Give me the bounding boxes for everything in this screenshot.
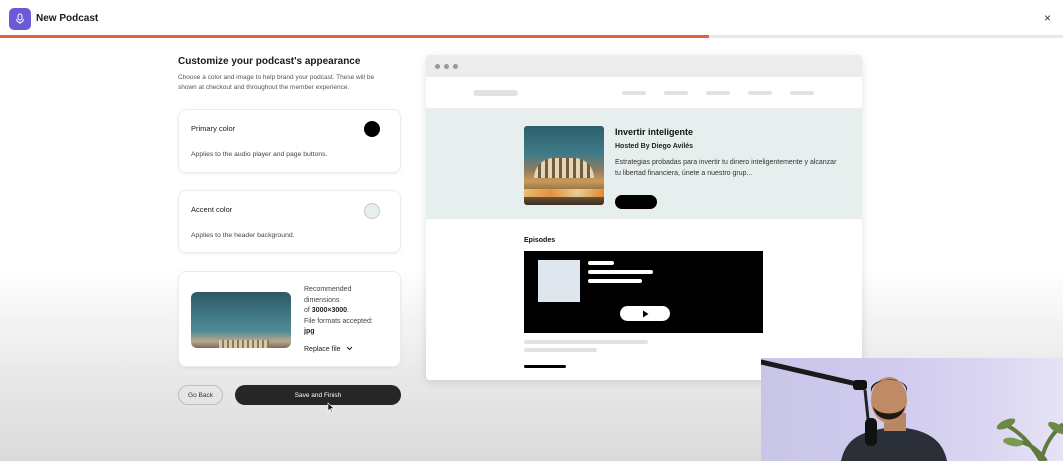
primary-color-help: Applies to the audio player and page but… <box>191 151 328 158</box>
window-dot <box>435 64 440 69</box>
image-info-suffix: . <box>347 307 349 314</box>
window-dot <box>453 64 458 69</box>
episode-text-placeholder <box>588 270 653 274</box>
section-title: Customize your podcast's appearance <box>178 56 361 67</box>
chevron-down-icon <box>343 346 353 353</box>
nav-link-placeholder <box>790 91 814 95</box>
episode-meta-placeholder <box>524 340 648 344</box>
preview-podcast-title: Invertir inteligente <box>615 127 694 137</box>
episode-thumbnail <box>538 260 580 302</box>
progress-fill <box>0 35 710 38</box>
window-dot <box>444 64 449 69</box>
preview-hero: Invertir inteligente Hosted By Diego Avi… <box>426 109 862 219</box>
primary-color-card[interactable]: Primary color Applies to the audio playe… <box>178 109 401 173</box>
episode-player <box>524 251 763 333</box>
episodes-label: Episodes <box>524 237 556 244</box>
accent-color-card[interactable]: Accent color Applies to the header backg… <box>178 190 401 253</box>
primary-color-swatch[interactable] <box>364 121 380 137</box>
browser-chrome <box>426 55 862 77</box>
preview-nav <box>426 77 862 109</box>
microphone-icon <box>9 8 31 30</box>
nav-link-placeholder <box>748 91 772 95</box>
nav-link-placeholder <box>664 91 688 95</box>
webcam-overlay <box>761 358 1063 461</box>
podcast-cover-image <box>524 126 604 205</box>
nav-link-placeholder <box>706 91 730 95</box>
image-info-line: dimensions <box>304 296 340 304</box>
replace-file-label: Replace file <box>304 346 341 353</box>
episode-meta-placeholder <box>524 348 597 352</box>
podcast-image-thumbnail <box>191 292 291 348</box>
nav-logo-placeholder <box>473 90 518 96</box>
image-info-line: of 3000×3000. <box>304 306 394 317</box>
section-description: Choose a color and image to help brand y… <box>178 74 375 91</box>
preview-primary-button <box>615 195 657 209</box>
image-info-line: Recommended <box>304 286 352 293</box>
mouse-cursor-icon <box>327 400 335 418</box>
save-and-finish-button[interactable]: Save and Finish <box>235 385 401 405</box>
episode-text-placeholder <box>588 279 642 283</box>
preview-host: Hosted By Diego Avilés <box>615 143 694 150</box>
image-dimensions: 3000×3000 <box>311 307 348 314</box>
accent-color-label: Accent color <box>191 205 233 214</box>
image-formats: jpg <box>304 328 315 335</box>
image-card: Recommended dimensions of 3000×3000. Fil… <box>178 271 401 367</box>
top-bar: New Podcast × <box>0 0 1063 35</box>
episode-text-placeholder <box>588 261 614 265</box>
nav-link-placeholder <box>622 91 646 95</box>
play-icon <box>642 310 648 317</box>
go-back-button[interactable]: Go Back <box>178 385 223 405</box>
podcast-page-preview: Invertir inteligente Hosted By Diego Avi… <box>426 55 862 380</box>
image-info-prefix: of <box>304 307 312 314</box>
play-button <box>620 306 670 321</box>
replace-file-button[interactable]: Replace file <box>304 346 353 353</box>
episode-divider <box>524 365 566 368</box>
primary-color-label: Primary color <box>191 124 236 133</box>
image-requirements: Recommended dimensions of 3000×3000. Fil… <box>304 285 394 338</box>
close-icon[interactable]: × <box>1044 11 1051 25</box>
image-info-line: File formats accepted: <box>304 317 373 325</box>
progress-bar <box>0 35 1063 38</box>
customize-section: Customize your podcast's appearance Choo… <box>178 56 401 93</box>
accent-color-swatch[interactable] <box>364 203 380 219</box>
app-title: New Podcast <box>36 13 99 24</box>
accent-color-help: Applies to the header background. <box>191 232 295 239</box>
preview-description: Estrategias probadas para invertir tu di… <box>615 159 837 177</box>
